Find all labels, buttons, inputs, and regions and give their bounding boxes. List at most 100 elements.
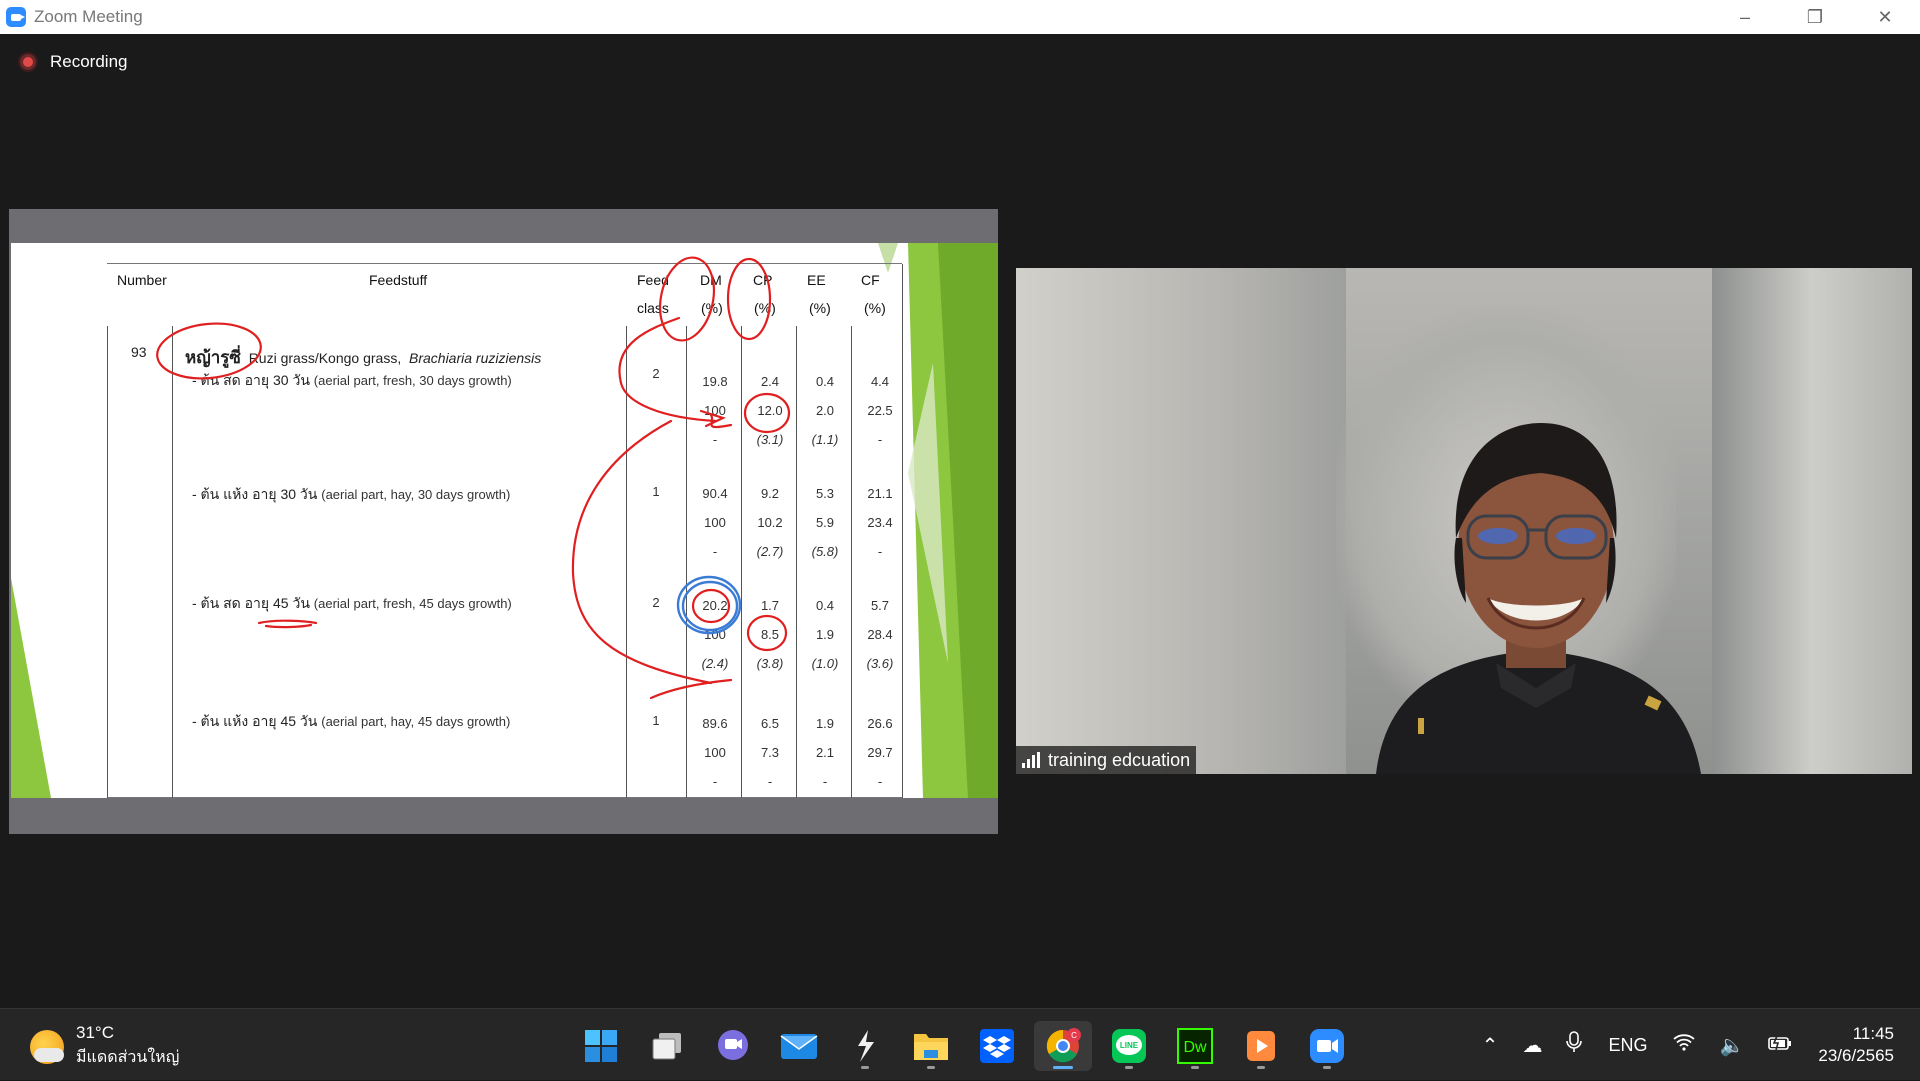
cell-cp: 1.7 — [760, 598, 780, 613]
cell-cp: - — [767, 774, 773, 789]
cell-cf: 29.7 — [867, 745, 893, 760]
line-button[interactable]: LINE — [1100, 1021, 1158, 1071]
mail-icon — [780, 1034, 818, 1059]
cell-cf: - — [877, 774, 883, 789]
cell-ee: 1.9 — [815, 716, 835, 731]
cell-dm: (2.4) — [701, 656, 729, 671]
zoom-app-icon — [6, 7, 26, 27]
cell-cf: 4.4 — [870, 374, 890, 389]
header-ee: EE — [807, 272, 826, 288]
cell-ee: 5.3 — [815, 486, 835, 501]
chrome-badge: C — [1071, 1031, 1077, 1040]
cell-cf: 26.6 — [867, 716, 893, 731]
cell-ee: 5.9 — [815, 515, 835, 530]
cell-cf: - — [877, 544, 883, 559]
task-view-icon — [652, 1033, 681, 1060]
dropbox-button[interactable] — [968, 1021, 1026, 1071]
weather-desc: มีแดดส่วนใหญ่ — [76, 1049, 180, 1066]
entry-english-name: Ruzi grass/Kongo grass, — [248, 350, 402, 366]
cell-dm: - — [712, 432, 718, 447]
header-feed-class-2: class — [637, 300, 669, 316]
chat-icon — [718, 1030, 748, 1060]
cell-cp: (3.1) — [756, 432, 784, 447]
cell-ee: (1.0) — [811, 656, 839, 671]
chrome-button[interactable]: C — [1034, 1021, 1092, 1071]
recording-icon — [20, 54, 36, 70]
chat-button[interactable] — [704, 1021, 762, 1071]
recording-label: Recording — [50, 52, 128, 71]
cell-feed-class: 1 — [652, 484, 660, 499]
clock-date: 23/6/2565 — [1818, 1046, 1894, 1065]
entry-thai-name: หญ้ารูซี่ — [185, 348, 241, 367]
participant-video[interactable]: training edcuation — [1016, 268, 1912, 774]
dreamweaver-button[interactable]: Dw — [1166, 1021, 1224, 1071]
entry-number: 93 — [131, 344, 147, 360]
recording-indicator[interactable]: Recording — [20, 52, 128, 72]
minimize-button[interactable]: – — [1710, 0, 1780, 34]
signal-strength-icon — [1022, 752, 1042, 768]
cell-ee: - — [822, 774, 828, 789]
header-dm-pct: (%) — [701, 300, 723, 316]
zoom-button[interactable] — [1298, 1021, 1356, 1071]
entry-latin-name: Brachiaria ruziziensis — [409, 350, 542, 366]
volume-icon[interactable]: 🔈 — [1719, 1033, 1744, 1058]
cell-feed-class: 2 — [652, 366, 660, 381]
wifi-icon[interactable] — [1673, 1033, 1696, 1057]
shared-screen: Number Feedstuff Feed class DM (%) CP (%… — [9, 209, 998, 834]
start-button[interactable] — [572, 1021, 630, 1071]
cell-feed-class: 1 — [652, 713, 660, 728]
cell-dm: 20.2 — [702, 598, 728, 613]
cell-cf: 23.4 — [867, 515, 893, 530]
language-indicator[interactable]: ENG — [1608, 1035, 1647, 1056]
header-cp: CP — [753, 272, 773, 288]
media-player-button[interactable] — [1232, 1021, 1290, 1071]
cell-cp: 7.3 — [760, 745, 780, 760]
cloud-icon[interactable]: ☁ — [1522, 1033, 1542, 1058]
taskbar: 31°C มีแดดส่วนใหญ่ C LINE Dw ⌃ ☁ ENG 🔈 1… — [0, 1008, 1920, 1080]
cell-ee: (5.8) — [811, 544, 839, 559]
cell-ee: 2.0 — [815, 403, 835, 418]
cell-dm: 100 — [704, 403, 726, 418]
dropbox-icon — [980, 1029, 1014, 1063]
cell-dm: 90.4 — [702, 486, 728, 501]
weather-widget[interactable]: 31°C มีแดดส่วนใหญ่ — [30, 1023, 179, 1070]
task-view-button[interactable] — [638, 1021, 696, 1071]
cell-dm: 19.8 — [702, 374, 728, 389]
cell-dm: 100 — [704, 515, 726, 530]
close-button[interactable]: ✕ — [1850, 0, 1920, 34]
participant-avatar — [1376, 423, 1701, 774]
cell-dm: 89.6 — [702, 716, 728, 731]
window-title: Zoom Meeting — [34, 7, 143, 26]
file-explorer-button[interactable] — [902, 1021, 960, 1071]
file-explorer-icon — [914, 1034, 948, 1060]
chevron-up-icon[interactable]: ⌃ — [1482, 1033, 1499, 1058]
line-label: LINE — [1120, 1041, 1139, 1050]
row-label: - ต้น แห้ง อายุ 30 วัน (aerial part, hay… — [192, 486, 511, 502]
header-feed-class: Feed — [637, 272, 669, 288]
cell-cp: (2.7) — [756, 544, 784, 559]
cell-cp: 9.2 — [760, 486, 780, 501]
battery-icon[interactable] — [1768, 1034, 1792, 1057]
cursor-app-button[interactable] — [836, 1021, 894, 1071]
title-bar: Zoom Meeting – ❐ ✕ — [0, 0, 1920, 34]
row-label: - ต้น สด อายุ 45 วัน (aerial part, fresh… — [192, 595, 512, 611]
mail-button[interactable] — [770, 1021, 828, 1071]
cell-cf: 22.5 — [867, 403, 893, 418]
cell-cf: 21.1 — [867, 486, 893, 501]
microphone-icon[interactable] — [1566, 1031, 1583, 1059]
header-feedstuff: Feedstuff — [369, 272, 428, 288]
cell-ee: 0.4 — [815, 374, 835, 389]
cell-ee: 2.1 — [815, 745, 835, 760]
cell-ee: 1.9 — [815, 627, 835, 642]
slide: Number Feedstuff Feed class DM (%) CP (%… — [11, 243, 998, 798]
cell-cf: (3.6) — [866, 656, 894, 671]
feed-table: Number Feedstuff Feed class DM (%) CP (%… — [107, 263, 903, 798]
cell-feed-class: 2 — [652, 595, 660, 610]
slide-green-left-decoration — [11, 578, 51, 798]
line-icon: LINE — [1112, 1029, 1146, 1063]
cell-ee: 0.4 — [815, 598, 835, 613]
clock[interactable]: 11:45 23/6/2565 — [1818, 1023, 1894, 1067]
row-label: - ต้น สด อายุ 30 วัน (aerial part, fresh… — [192, 372, 512, 388]
chrome-icon: C — [1046, 1028, 1081, 1063]
restore-button[interactable]: ❐ — [1780, 0, 1850, 34]
